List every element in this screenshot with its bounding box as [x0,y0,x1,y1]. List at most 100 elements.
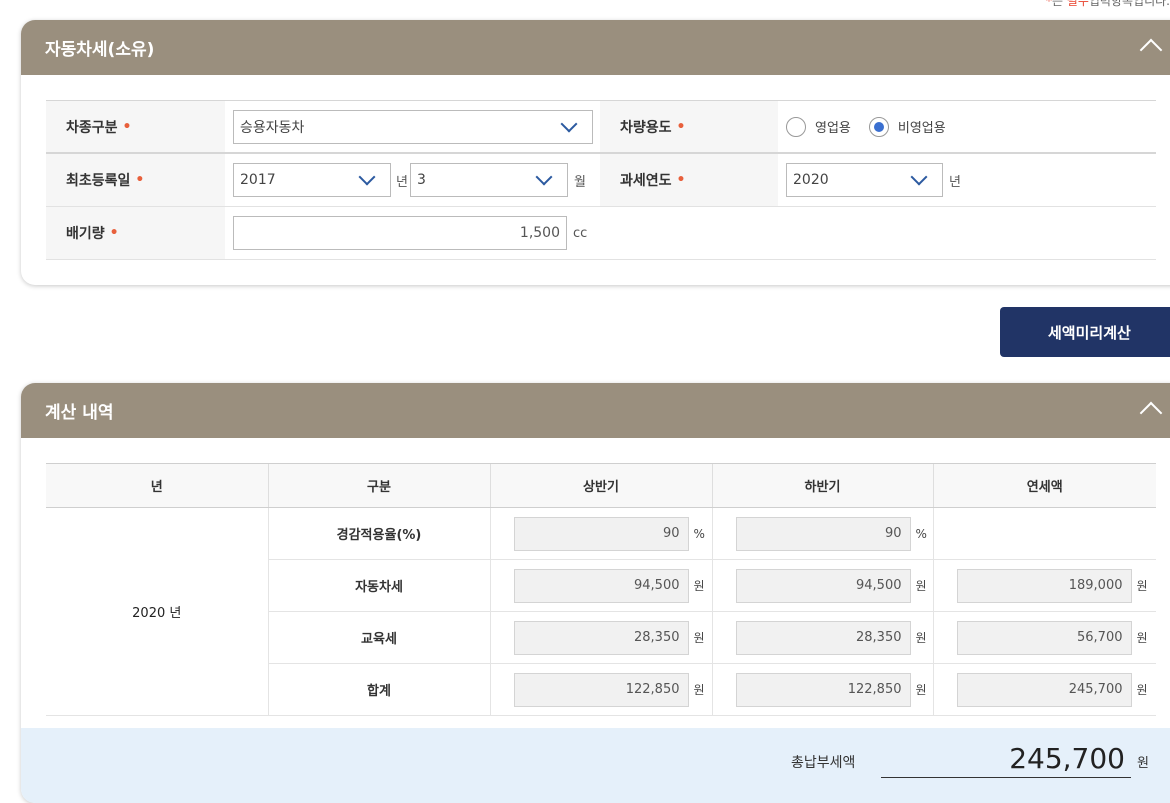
required-dot-icon: • [135,172,145,188]
first-half-cell: 90% [489,507,712,560]
header-first-half: 상반기 [489,463,712,508]
form-row-car-type: 차종구분 • 승용자동차 차량용도 • 영업용 비영업용 [46,101,1156,154]
total-tax-unit: 원 [1137,756,1149,771]
usage-cell: 영업용 비영업용 [778,101,1156,152]
form-row-displacement: 배기량 • 1,500 cc [46,207,1156,260]
first-reg-year-select[interactable]: 2017 [233,163,391,197]
value-unit: 원 [693,579,705,593]
usage-radio-commercial[interactable]: 영업용 [786,116,851,137]
second-half-cell: 94,500 원 [711,559,933,612]
first-half-value: 94,500 [513,568,689,603]
chevron-down-icon [358,168,376,186]
annual-cell: 245,700 원 [932,663,1156,716]
car-type-label: 차종구분 • [46,101,225,152]
calc-result-header[interactable]: 계산 내역 [21,383,1170,438]
second-half-value: 28,350 [735,620,911,655]
header-category: 구분 [267,463,490,508]
table-row: 2020 년 경감적용율(%) 90% 90% [46,507,1156,716]
value-unit: % [915,526,927,541]
header-second-half: 하반기 [711,463,933,508]
first-half-value: 28,350 [513,620,689,655]
vehicle-tax-header[interactable]: 자동차세(소유) [21,20,1170,75]
second-half-cell: 90% [711,507,933,560]
tax-year-select[interactable]: 2020 [786,163,943,197]
first-half-cell: 122,850 원 [489,663,712,716]
usage-label-text: 차량용도 [620,119,672,136]
displacement-label: 배기량 • [46,207,225,259]
required-notice-word: 필수 [1066,0,1089,8]
required-dot-icon: • [109,225,119,241]
value-unit: 원 [1136,683,1148,697]
displacement-value: 1,500 [519,225,560,241]
value-unit: 원 [1136,579,1148,593]
usage-radio-noncommercial[interactable]: 비영업용 [868,116,946,137]
total-tax-bar: 총납부세액 245,700 원 [21,728,1170,803]
row-label: 합계 [267,663,490,716]
total-tax-value: 245,700 [881,744,1131,778]
value-unit: 원 [1136,631,1148,645]
radio-unchecked-icon[interactable] [786,116,806,137]
displacement-unit: cc [573,225,588,241]
radio-checked-icon[interactable] [868,116,889,137]
calc-result-title: 계산 내역 [45,403,114,423]
first-half-cell: 28,350 원 [489,611,712,664]
annual-value: 56,700 [956,620,1132,655]
annual-cell-empty [932,507,1156,560]
car-type-label-text: 차종구분 [66,119,118,136]
collapse-chevron-up-icon[interactable] [1139,401,1163,425]
annual-cell: 56,700 원 [932,611,1156,664]
second-half-value: 94,500 [735,568,911,603]
first-half-value: 90 [513,516,689,551]
displacement-input[interactable]: 1,500 [233,216,567,250]
car-type-select-value: 승용자동차 [240,119,305,136]
year-cell: 2020 년 [46,507,268,716]
form-row-first-reg: 최초등록일 • 2017 년 3 월 과세연도 • 2020 년 [46,154,1156,207]
car-type-cell: 승용자동차 [225,101,600,152]
value-unit: 원 [693,683,705,697]
chevron-down-icon [560,115,578,132]
tax-year-unit: 년 [949,174,961,190]
displacement-cell: 1,500 cc [225,207,1156,259]
second-half-cell: 28,350 원 [711,611,933,664]
annual-value: 189,000 [956,568,1132,603]
usage-label: 차량용도 • [600,101,778,152]
car-type-select[interactable]: 승용자동차 [233,109,593,144]
second-half-value: 122,850 [735,672,911,707]
usage-radio-commercial-label: 영업용 [815,121,851,136]
header-annual: 연세액 [932,463,1156,508]
annual-value: 245,700 [956,672,1132,707]
header-year: 년 [46,463,268,508]
first-reg-month-select[interactable]: 3 [409,163,568,197]
first-reg-cell: 2017 년 3 월 [225,154,600,206]
annual-cell: 189,000 원 [932,559,1156,612]
row-label: 자동차세 [267,559,490,612]
value-unit: 원 [915,631,927,645]
result-header-row: 년 구분 상반기 하반기 연세액 [46,463,1156,508]
required-dot-icon: • [676,172,686,188]
required-notice-suffix: 입력항목입니다. [1088,0,1170,8]
collapse-chevron-up-icon[interactable] [1139,38,1163,62]
first-reg-month-value: 3 [416,172,426,188]
first-reg-label: 최초등록일 • [46,154,225,206]
first-half-value: 122,850 [513,672,689,707]
tax-year-label: 과세연도 • [600,154,778,206]
tax-year-value: 2020 [793,172,829,188]
value-unit: % [693,526,705,541]
required-notice-prefix: 는 [1051,0,1067,8]
chevron-down-icon [910,168,928,186]
total-tax-label: 총납부세액 [791,755,856,771]
first-reg-year-value: 2017 [240,172,276,188]
first-reg-month-unit: 월 [573,174,586,190]
vehicle-tax-panel: 자동차세(소유) 차종구분 • 승용자동차 차량용도 • 영업용 비영업용 최초… [21,20,1170,285]
row-label: 교육세 [267,611,490,664]
required-notice: *는 필수입력항목입니다. [1046,0,1170,9]
required-dot-icon: • [676,118,686,135]
usage-radio-noncommercial-label: 비영업용 [897,121,946,136]
displacement-label-text: 배기량 [66,226,105,242]
value-unit: 원 [693,631,705,645]
second-half-value: 90 [735,516,911,551]
value-unit: 원 [915,683,927,697]
vehicle-form: 차종구분 • 승용자동차 차량용도 • 영업용 비영업용 최초등록일 • 201… [46,100,1156,260]
chevron-down-icon [535,168,553,186]
calculate-tax-button[interactable]: 세액미리계산 [1000,307,1170,357]
